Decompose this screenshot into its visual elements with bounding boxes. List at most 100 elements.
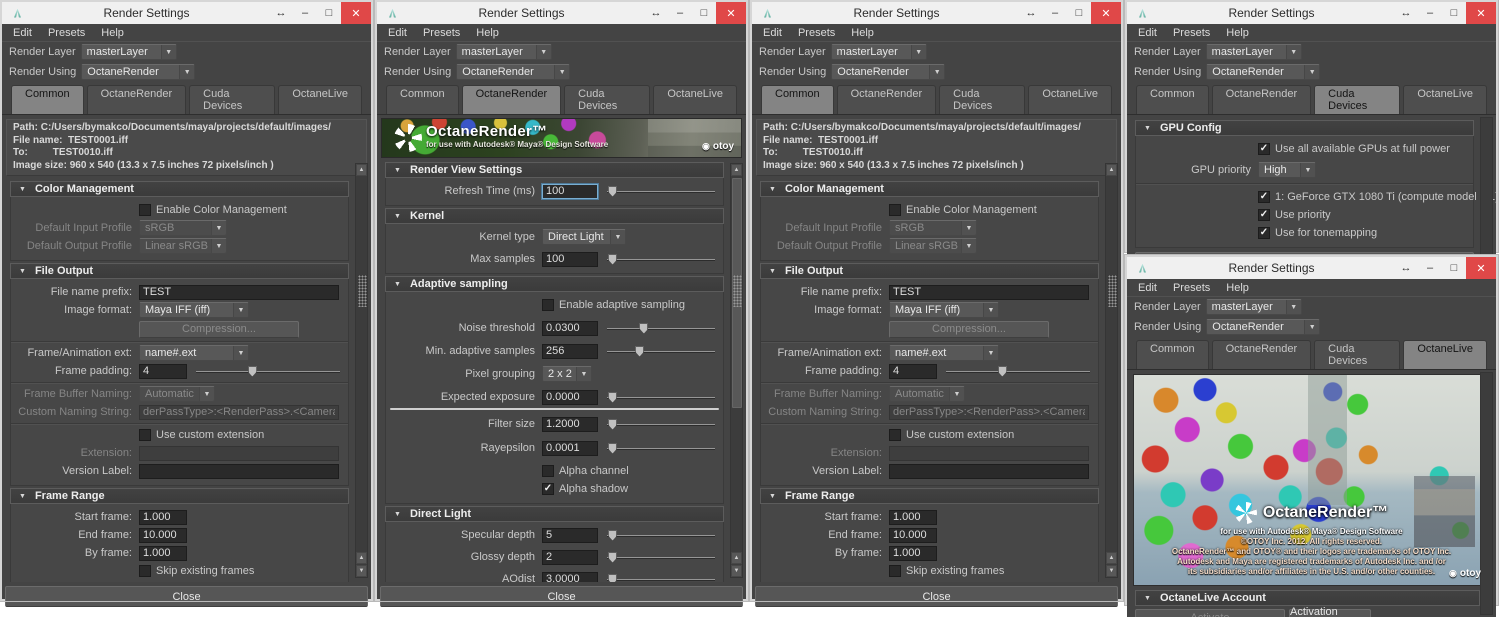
use-all-gpus-checkbox[interactable]: ✓ bbox=[1258, 143, 1270, 155]
close-button[interactable]: ✕ bbox=[1466, 2, 1496, 24]
menu-presets[interactable]: Presets bbox=[1173, 282, 1210, 294]
menu-help[interactable]: Help bbox=[1226, 27, 1249, 39]
end-frame-input[interactable] bbox=[139, 527, 187, 543]
tab-octanelive[interactable]: OctaneLive bbox=[1403, 340, 1487, 369]
tab-octanerender[interactable]: OctaneRender bbox=[1211, 85, 1312, 114]
vertical-scrollbar[interactable] bbox=[1480, 372, 1493, 615]
scroll-down-icon[interactable]: ▼ bbox=[1106, 565, 1117, 577]
tab-octanerender[interactable]: OctaneRender bbox=[1211, 340, 1312, 369]
enable-adaptive-sampling-checkbox[interactable] bbox=[542, 299, 554, 311]
tab-octanerender[interactable]: OctaneRender bbox=[836, 85, 937, 114]
tab-common[interactable]: Common bbox=[11, 85, 84, 114]
close-button[interactable]: ✕ bbox=[1466, 257, 1496, 279]
tab-common[interactable]: Common bbox=[761, 85, 834, 114]
scroll-up-icon[interactable]: ▲ bbox=[731, 552, 742, 564]
section-header[interactable]: ▼ File Output bbox=[10, 263, 349, 279]
use-for-tonemapping-checkbox[interactable]: ✓ bbox=[1258, 227, 1270, 239]
section-header[interactable]: ▼ Render View Settings bbox=[385, 162, 724, 178]
filter-size-input[interactable] bbox=[542, 416, 598, 432]
aodist-input[interactable] bbox=[542, 571, 598, 582]
resize-grip[interactable] bbox=[733, 275, 742, 307]
version-input[interactable] bbox=[139, 463, 339, 479]
close-button[interactable]: ✕ bbox=[1091, 2, 1121, 24]
rayepsilon-slider[interactable] bbox=[607, 442, 715, 455]
scroll-up-icon[interactable]: ▲ bbox=[1106, 552, 1117, 564]
enable-color-management-checkbox[interactable] bbox=[889, 204, 901, 216]
render-using-dropdown[interactable]: OctaneRender ▼ bbox=[456, 64, 571, 80]
menu-help[interactable]: Help bbox=[851, 27, 874, 39]
frame-padding-input[interactable] bbox=[889, 363, 937, 379]
frame-padding-slider[interactable] bbox=[946, 365, 1090, 378]
menu-edit[interactable]: Edit bbox=[1138, 27, 1157, 39]
vertical-scrollbar[interactable]: ▲ ▲ ▼ bbox=[355, 163, 368, 578]
skip-existing-frames-checkbox[interactable] bbox=[889, 565, 901, 577]
render-using-dropdown[interactable]: OctaneRender ▼ bbox=[831, 64, 946, 80]
frame-padding-input[interactable] bbox=[139, 363, 187, 379]
rayepsilon-input[interactable] bbox=[542, 440, 598, 456]
filter-size-slider[interactable] bbox=[607, 418, 715, 431]
menu-edit[interactable]: Edit bbox=[1138, 282, 1157, 294]
maximize-button[interactable]: □ bbox=[1442, 2, 1466, 24]
glossy-depth-slider[interactable] bbox=[607, 551, 715, 564]
expected-exposure-slider[interactable] bbox=[607, 391, 715, 404]
scroll-up-icon[interactable]: ▲ bbox=[1106, 164, 1117, 176]
specular-depth-input[interactable] bbox=[542, 527, 598, 543]
skip-existing-frames-checkbox[interactable] bbox=[139, 565, 151, 577]
close-button[interactable]: ✕ bbox=[716, 2, 746, 24]
tab-octanelive[interactable]: OctaneLive bbox=[1403, 85, 1487, 114]
menu-help[interactable]: Help bbox=[476, 27, 499, 39]
frame-padding-slider[interactable] bbox=[196, 365, 340, 378]
menu-presets[interactable]: Presets bbox=[798, 27, 835, 39]
max-samples-input[interactable] bbox=[542, 251, 598, 267]
image-format-dropdown[interactable]: Maya IFF (iff) ▼ bbox=[139, 302, 249, 318]
menu-presets[interactable]: Presets bbox=[1173, 27, 1210, 39]
scroll-up-icon[interactable]: ▲ bbox=[731, 164, 742, 176]
section-header[interactable]: ▼ Adaptive sampling bbox=[385, 276, 724, 292]
titlebar[interactable]: Render Settings ↔ – □ ✕ bbox=[377, 2, 746, 24]
maximize-button[interactable]: □ bbox=[317, 2, 341, 24]
section-header[interactable]: ▼ OctaneLive Account bbox=[1135, 590, 1480, 606]
close-dialog-button[interactable]: Close bbox=[380, 586, 743, 607]
max-samples-slider[interactable] bbox=[607, 253, 715, 266]
minimize-button[interactable]: – bbox=[1043, 2, 1067, 24]
scroll-up-icon[interactable]: ▲ bbox=[356, 164, 367, 176]
expected-exposure-input[interactable] bbox=[542, 389, 598, 405]
tab-common[interactable]: Common bbox=[1136, 340, 1209, 369]
gpu-priority-dropdown[interactable]: High ▼ bbox=[1258, 162, 1316, 178]
tab-octanerender[interactable]: OctaneRender bbox=[86, 85, 187, 114]
aodist-slider[interactable] bbox=[607, 573, 715, 582]
kernel-type-dropdown[interactable]: Direct Light ▼ bbox=[542, 229, 626, 245]
section-header[interactable]: ▼ Frame Range bbox=[10, 488, 349, 504]
section-header[interactable]: ▼ GPU Config bbox=[1135, 120, 1474, 136]
noise-threshold-slider[interactable] bbox=[607, 322, 715, 335]
tab-octanelive[interactable]: OctaneLive bbox=[278, 85, 362, 114]
min-adaptive-samples-input[interactable] bbox=[542, 343, 598, 359]
render-using-dropdown[interactable]: OctaneRender ▼ bbox=[81, 64, 196, 80]
frame-ext-dropdown[interactable]: name#.ext ▼ bbox=[889, 345, 999, 361]
menu-edit[interactable]: Edit bbox=[388, 27, 407, 39]
tab-cuda-devices[interactable]: Cuda Devices bbox=[1314, 340, 1401, 369]
tab-cuda-devices[interactable]: Cuda Devices bbox=[189, 85, 276, 114]
titlebar[interactable]: Render Settings ↔ – □ ✕ bbox=[752, 2, 1121, 24]
resize-grip[interactable] bbox=[358, 275, 367, 307]
scroll-up-icon[interactable]: ▲ bbox=[356, 552, 367, 564]
render-layer-dropdown[interactable]: masterLayer ▼ bbox=[830, 44, 927, 60]
start-frame-input[interactable] bbox=[889, 509, 937, 525]
render-layer-dropdown[interactable]: masterLayer ▼ bbox=[80, 44, 177, 60]
render-layer-dropdown[interactable]: masterLayer ▼ bbox=[1205, 44, 1302, 60]
menu-help[interactable]: Help bbox=[101, 27, 124, 39]
tab-cuda-devices[interactable]: Cuda Devices bbox=[1314, 85, 1401, 114]
menu-edit[interactable]: Edit bbox=[763, 27, 782, 39]
resize-icon[interactable]: ↔ bbox=[1394, 2, 1418, 24]
render-layer-dropdown[interactable]: masterLayer ▼ bbox=[455, 44, 552, 60]
version-input[interactable] bbox=[889, 463, 1089, 479]
tab-octanerender[interactable]: OctaneRender bbox=[461, 85, 562, 114]
maximize-button[interactable]: □ bbox=[1067, 2, 1091, 24]
file-prefix-input[interactable] bbox=[139, 284, 339, 300]
vertical-scrollbar[interactable] bbox=[1480, 117, 1493, 259]
close-dialog-button[interactable]: Close bbox=[5, 586, 368, 607]
glossy-depth-input[interactable] bbox=[542, 549, 598, 565]
tab-cuda-devices[interactable]: Cuda Devices bbox=[939, 85, 1026, 114]
frame-ext-dropdown[interactable]: name#.ext ▼ bbox=[139, 345, 249, 361]
vertical-scrollbar[interactable]: ▲ ▲ ▼ bbox=[730, 163, 743, 578]
